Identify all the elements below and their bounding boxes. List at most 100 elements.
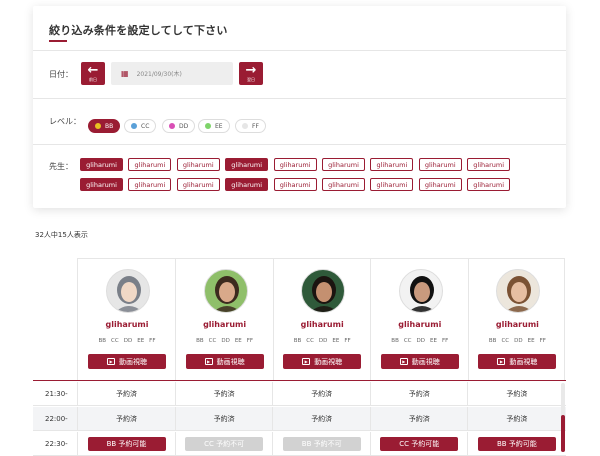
book-slot-button[interactable]: BB 予約可能 <box>477 437 556 451</box>
teacher-filter-chip[interactable]: gliharumi <box>322 158 365 171</box>
watch-video-label: 動画視聴 <box>119 357 147 366</box>
reserved-status: 予約済 <box>311 390 333 398</box>
arrow-right-icon: → <box>245 63 257 78</box>
schedule-cell: 予約済 <box>467 382 565 406</box>
filter-title: 絞り込み条件を設定してして下さい <box>49 24 228 37</box>
teacher-filter-chip[interactable]: gliharumi <box>467 158 511 171</box>
teacher-level-tag: DD <box>514 338 523 344</box>
reserved-status: 予約済 <box>506 390 528 398</box>
teacher-level-tag: EE <box>137 338 145 344</box>
avatar[interactable] <box>106 269 150 313</box>
play-icon: ▶ <box>399 358 408 365</box>
teacher-filter-chip[interactable]: gliharumi <box>128 178 172 191</box>
time-slot-label: 22:00- <box>45 415 68 423</box>
play-icon: ▶ <box>302 358 311 365</box>
teacher-name[interactable]: gliharumi <box>78 320 176 329</box>
teacher-level-tag: CC <box>501 338 510 344</box>
teacher-filter-chip[interactable]: gliharumi <box>467 178 511 191</box>
teacher-name[interactable]: gliharumi <box>371 320 469 329</box>
level-dot-icon <box>95 123 101 129</box>
avatar[interactable] <box>496 269 541 313</box>
teacher-filter-chip[interactable]: gliharumi <box>176 158 220 171</box>
time-slot-label: 21:30- <box>45 390 68 398</box>
watch-video-label: 動画視聴 <box>411 357 440 366</box>
teacher-level-tag: FF <box>344 338 351 344</box>
teacher-level-tag: FF <box>246 338 254 344</box>
teacher-name[interactable]: gliharumi <box>468 320 566 329</box>
teacher-filter-chip[interactable]: gliharumi <box>80 178 123 191</box>
watch-video-label: 動画視聴 <box>216 357 245 366</box>
watch-video-button[interactable]: ▶ 動画視聴 <box>380 354 459 369</box>
teacher-filter-chip[interactable]: gliharumi <box>176 178 220 191</box>
schedule-cell: 予約済 <box>174 407 273 431</box>
teacher-level-tag: EE <box>234 338 242 344</box>
teacher-filter-chip[interactable]: gliharumi <box>225 178 269 191</box>
level-chip-ee[interactable]: EE <box>198 119 230 133</box>
level-label: レベル： <box>49 117 81 126</box>
teacher-levels: BB CC DD EE FF <box>371 338 469 344</box>
reserved-status: 予約済 <box>116 415 137 423</box>
reserved-status: 予約済 <box>213 415 235 423</box>
teacher-level-tag: CC <box>403 338 412 344</box>
reserved-status: 予約済 <box>116 390 137 398</box>
next-day-button[interactable]: → 翌日 <box>239 62 263 85</box>
teacher-name[interactable]: gliharumi <box>176 320 274 329</box>
teacher-filter-chip[interactable]: gliharumi <box>370 178 414 191</box>
unavailable-slot: BB 予約不可 <box>282 437 361 451</box>
teacher-filter-chip[interactable]: gliharumi <box>322 178 365 191</box>
teacher-filter-chip[interactable]: gliharumi <box>418 178 462 191</box>
teacher-card: gliharumi BB CC DD EE FF ▶ 動画視聴 <box>468 259 566 381</box>
teacher-filter-chip[interactable]: gliharumi <box>418 158 462 171</box>
teacher-level-tag: CC <box>208 338 217 344</box>
book-slot-button[interactable]: BB 予約可能 <box>87 437 166 451</box>
play-icon: ▶ <box>204 358 213 365</box>
teacher-filter-chip[interactable]: gliharumi <box>80 158 123 171</box>
avatar[interactable] <box>398 269 443 313</box>
watch-video-button[interactable]: ▶ 動画視聴 <box>283 354 362 369</box>
level-chip-ff[interactable]: FF <box>235 119 266 133</box>
date-field[interactable]: ▦ 2021/09/30(木) <box>111 62 233 85</box>
teacher-filter-chip[interactable]: gliharumi <box>273 158 317 171</box>
level-chip-label: BB <box>105 122 114 130</box>
prev-day-button[interactable]: ← 前日 <box>81 62 105 85</box>
scrollbar-thumb[interactable] <box>561 415 565 452</box>
divider <box>33 144 566 145</box>
divider <box>33 98 566 99</box>
teacher-filter-chip[interactable]: gliharumi <box>273 178 317 191</box>
teacher-level-tag: DD <box>221 338 230 344</box>
teacher-levels: BB CC DD EE FF <box>273 338 371 344</box>
reserved-status: 予約済 <box>408 415 430 423</box>
avatar[interactable] <box>301 269 346 313</box>
teacher-name[interactable]: gliharumi <box>273 320 371 329</box>
level-chip-cc[interactable]: CC <box>124 119 157 133</box>
prev-day-label: 前日 <box>89 77 97 82</box>
teacher-filter-chip[interactable]: gliharumi <box>128 158 172 171</box>
avatar[interactable] <box>203 269 248 313</box>
watch-video-button[interactable]: ▶ 動画視聴 <box>88 354 166 369</box>
schedule-cell: 予約済 <box>369 382 468 406</box>
play-icon: ▶ <box>107 358 115 365</box>
teacher-card: gliharumi BB CC DD EE FF ▶ 動画視聴 <box>371 259 469 381</box>
teacher-level-tag: BB <box>488 338 497 344</box>
teacher-filter-chip[interactable]: gliharumi <box>370 158 414 171</box>
schedule-cell: BB 予約可能 <box>77 432 175 456</box>
level-dot-icon <box>131 123 137 129</box>
level-chip-bb[interactable]: BB <box>88 119 121 133</box>
teacher-level-tag: FF <box>539 338 546 344</box>
teacher-levels: BB CC DD EE FF <box>468 338 566 344</box>
teacher-card: gliharumi BB CC DD EE FF ▶ 動画視聴 <box>78 259 176 381</box>
watch-video-button[interactable]: ▶ 動画視聴 <box>478 354 557 369</box>
teacher-level-tag: BB <box>98 338 107 344</box>
teacher-filter-chip[interactable]: gliharumi <box>225 158 269 171</box>
title-underline <box>49 40 67 42</box>
teacher-level-tag: EE <box>430 338 437 344</box>
divider <box>33 50 566 51</box>
schedule-row: 22:30- BB 予約可能 CC 予約不可 BB 予約不可 CC 予約可能 BB 予約可… <box>33 432 566 456</box>
level-chip-label: EE <box>215 122 223 130</box>
level-chip-label: CC <box>141 122 150 130</box>
watch-video-button[interactable]: ▶ 動画視聴 <box>185 354 264 369</box>
schedule-cell: CC 予約不可 <box>174 432 273 456</box>
level-chip-dd[interactable]: DD <box>162 119 196 133</box>
schedule-cell: BB 予約不可 <box>272 432 370 456</box>
book-slot-button[interactable]: CC 予約可能 <box>380 437 459 451</box>
